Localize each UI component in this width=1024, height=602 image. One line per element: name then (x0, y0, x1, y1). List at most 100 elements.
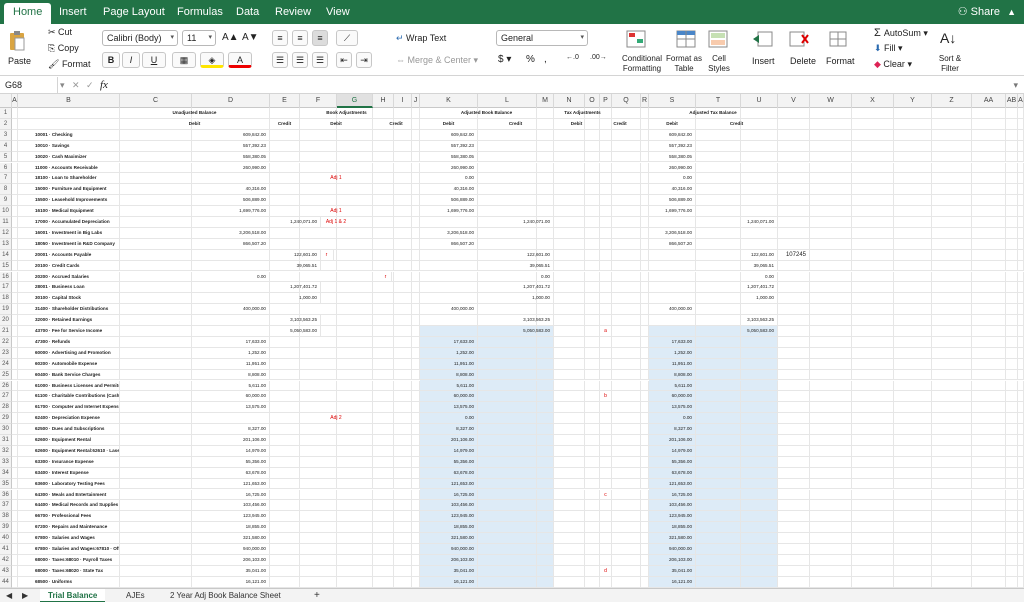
credit-header[interactable]: Credit (600, 118, 641, 130)
cell[interactable] (641, 522, 649, 534)
cell[interactable] (1018, 511, 1024, 523)
cell[interactable] (537, 129, 554, 141)
cell[interactable] (612, 217, 641, 228)
row-header[interactable]: 22 (0, 336, 12, 348)
account-name[interactable]: 20200 · Accrued Salaries (32, 271, 120, 283)
autosum-button[interactable]: Σ AutoSum ▾ (874, 27, 928, 39)
sheet-tab-trial-balance[interactable]: Trial Balance (40, 589, 106, 602)
adjusted-book-debit[interactable]: 121,653.00 (420, 478, 478, 490)
cell[interactable] (585, 326, 600, 337)
cell[interactable] (600, 445, 612, 457)
cell[interactable] (337, 260, 373, 272)
cell[interactable] (778, 500, 810, 512)
cell[interactable] (478, 347, 537, 359)
adjusted-book-credit[interactable]: 1,000.00 (478, 293, 554, 305)
cell[interactable] (537, 151, 554, 163)
cell[interactable] (394, 478, 412, 490)
cell[interactable] (600, 217, 612, 228)
cell[interactable] (852, 206, 894, 217)
cell[interactable] (300, 544, 337, 555)
cell[interactable] (412, 326, 420, 337)
column-header-t[interactable]: T (696, 94, 741, 108)
cell[interactable] (412, 260, 420, 272)
cell[interactable] (778, 424, 810, 435)
cell[interactable] (932, 478, 972, 490)
cell[interactable] (373, 173, 394, 185)
cell[interactable] (337, 249, 373, 261)
cell[interactable] (478, 478, 537, 490)
cell[interactable] (394, 217, 412, 228)
cell[interactable] (741, 511, 778, 523)
cell[interactable] (778, 533, 810, 544)
cell[interactable] (741, 435, 778, 446)
cell[interactable] (412, 544, 420, 555)
cell[interactable] (554, 162, 585, 174)
cell[interactable] (373, 413, 394, 425)
loose-value-cell[interactable]: 107245 (778, 249, 810, 261)
cell[interactable] (696, 391, 741, 403)
cell[interactable] (478, 173, 537, 185)
cell[interactable] (972, 369, 1006, 381)
cell[interactable] (641, 227, 649, 239)
cell[interactable] (696, 129, 741, 141)
cell[interactable] (741, 238, 778, 250)
cell[interactable] (1006, 391, 1018, 403)
cell[interactable] (1018, 467, 1024, 479)
cell[interactable] (373, 435, 394, 446)
unadjusted-credit[interactable]: 1,207,401.72 (270, 282, 321, 294)
cell[interactable] (972, 217, 1006, 228)
cell[interactable] (537, 500, 554, 512)
row-header[interactable]: 13 (0, 238, 12, 250)
cell[interactable] (394, 489, 412, 501)
cell[interactable] (810, 195, 852, 207)
cell[interactable] (1018, 424, 1024, 435)
account-name[interactable]: 60200 · Automobile Expense (32, 358, 120, 370)
cell[interactable] (270, 162, 300, 174)
cell[interactable] (337, 391, 373, 403)
sheet-tab-ajes[interactable]: AJEs (118, 589, 153, 602)
cell[interactable] (478, 511, 537, 523)
cell[interactable] (394, 500, 412, 512)
cell[interactable] (300, 489, 337, 501)
cell[interactable] (641, 260, 649, 272)
cell[interactable] (1006, 195, 1018, 207)
account-name[interactable]: 10001 · Checking (32, 129, 120, 141)
cell[interactable] (641, 489, 649, 501)
cell[interactable] (600, 467, 612, 479)
cell[interactable] (696, 347, 741, 359)
account-name[interactable]: 62600 · Equipment Rental:62610 · Laser F… (32, 445, 120, 457)
cell[interactable] (270, 554, 300, 566)
copy-button[interactable]: ⎘ Copy (48, 43, 79, 54)
cell[interactable] (1006, 293, 1018, 305)
cell[interactable] (741, 544, 778, 555)
cell[interactable] (1006, 369, 1018, 381)
cell[interactable] (778, 456, 810, 468)
cell[interactable] (537, 380, 554, 392)
adjusted-tax-credit[interactable]: 39,065.51 (696, 260, 778, 272)
account-name[interactable]: 28001 · Business Loan (32, 282, 120, 294)
format-painter-button[interactable]: 🖌 Format (48, 59, 90, 70)
cell[interactable] (394, 347, 412, 359)
cell[interactable] (778, 206, 810, 217)
cell[interactable] (192, 413, 270, 425)
cell[interactable] (972, 326, 1006, 337)
cell[interactable] (394, 293, 412, 305)
cell[interactable] (741, 173, 778, 185)
cell[interactable] (270, 402, 300, 414)
cell[interactable] (894, 173, 932, 185)
cell[interactable] (337, 336, 373, 348)
cell[interactable] (1018, 238, 1024, 250)
cell[interactable] (932, 173, 972, 185)
cell[interactable] (810, 151, 852, 163)
adjusted-tax-debit[interactable]: 940,000.00 (649, 544, 696, 555)
tab-home[interactable]: Home (4, 3, 52, 24)
comma-button[interactable]: , (544, 54, 547, 65)
cell[interactable] (741, 358, 778, 370)
cell[interactable] (741, 369, 778, 381)
cell[interactable] (394, 369, 412, 381)
adjusted-tax-debit[interactable]: 866,507.20 (649, 238, 696, 250)
cell[interactable] (641, 282, 649, 294)
cell[interactable] (778, 511, 810, 523)
row-header[interactable]: 31 (0, 435, 12, 446)
cell[interactable] (696, 380, 741, 392)
